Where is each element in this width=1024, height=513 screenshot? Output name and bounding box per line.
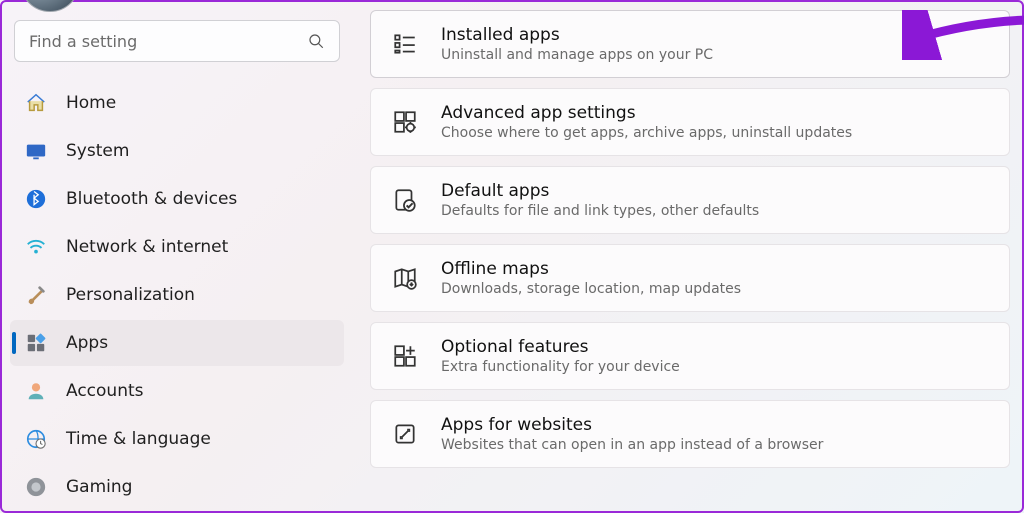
apps-icon [24,331,48,355]
sidebar-item-label: Time & language [66,429,211,449]
sidebar-item-system[interactable]: System [10,128,344,174]
default-apps-icon [391,186,419,214]
accounts-icon [24,379,48,403]
card-optional-features[interactable]: Optional features Extra functionality fo… [370,322,1010,390]
card-installed-apps[interactable]: Installed apps Uninstall and manage apps… [370,10,1010,78]
user-avatar[interactable] [20,0,80,12]
sidebar-item-label: Personalization [66,285,195,305]
sidebar-item-label: Accounts [66,381,144,401]
card-subtitle: Extra functionality for your device [441,359,680,375]
advanced-settings-icon [391,108,419,136]
card-advanced-app-settings[interactable]: Advanced app settings Choose where to ge… [370,88,1010,156]
card-subtitle: Downloads, storage location, map updates [441,281,741,297]
wifi-icon [24,235,48,259]
card-default-apps[interactable]: Default apps Defaults for file and link … [370,166,1010,234]
paintbrush-icon [24,283,48,307]
apps-for-websites-icon [391,420,419,448]
card-title: Installed apps [441,25,713,45]
card-offline-maps[interactable]: Offline maps Downloads, storage location… [370,244,1010,312]
sidebar-item-label: Bluetooth & devices [66,189,237,209]
offline-maps-icon [391,264,419,292]
sidebar-item-label: Gaming [66,477,132,497]
sidebar-item-label: System [66,141,129,161]
gaming-icon [24,475,48,499]
search-icon [307,32,325,50]
nav-list: Home System Bluetooth & devices Network … [10,80,344,510]
sidebar-item-bluetooth[interactable]: Bluetooth & devices [10,176,344,222]
card-subtitle: Websites that can open in an app instead… [441,437,823,453]
card-subtitle: Choose where to get apps, archive apps, … [441,125,852,141]
card-title: Apps for websites [441,415,823,435]
card-subtitle: Defaults for file and link types, other … [441,203,759,219]
sidebar-item-gaming[interactable]: Gaming [10,464,344,510]
installed-apps-icon [391,30,419,58]
sidebar-item-label: Home [66,93,116,113]
bluetooth-icon [24,187,48,211]
sidebar-item-label: Apps [66,333,108,353]
card-title: Advanced app settings [441,103,852,123]
sidebar-item-apps[interactable]: Apps [10,320,344,366]
sidebar-item-time-language[interactable]: Time & language [10,416,344,462]
system-icon [24,139,48,163]
sidebar-item-network[interactable]: Network & internet [10,224,344,270]
optional-features-icon [391,342,419,370]
card-title: Optional features [441,337,680,357]
home-icon [24,91,48,115]
sidebar-item-accounts[interactable]: Accounts [10,368,344,414]
card-subtitle: Uninstall and manage apps on your PC [441,47,713,63]
card-apps-for-websites[interactable]: Apps for websites Websites that can open… [370,400,1010,468]
sidebar-item-label: Network & internet [66,237,228,257]
sidebar-item-personalization[interactable]: Personalization [10,272,344,318]
main-content: Installed apps Uninstall and manage apps… [362,2,1022,511]
search-input[interactable] [29,32,307,51]
card-title: Default apps [441,181,759,201]
card-title: Offline maps [441,259,741,279]
sidebar-item-home[interactable]: Home [10,80,344,126]
sidebar: Home System Bluetooth & devices Network … [2,2,362,511]
search-box[interactable] [14,20,340,62]
clock-globe-icon [24,427,48,451]
